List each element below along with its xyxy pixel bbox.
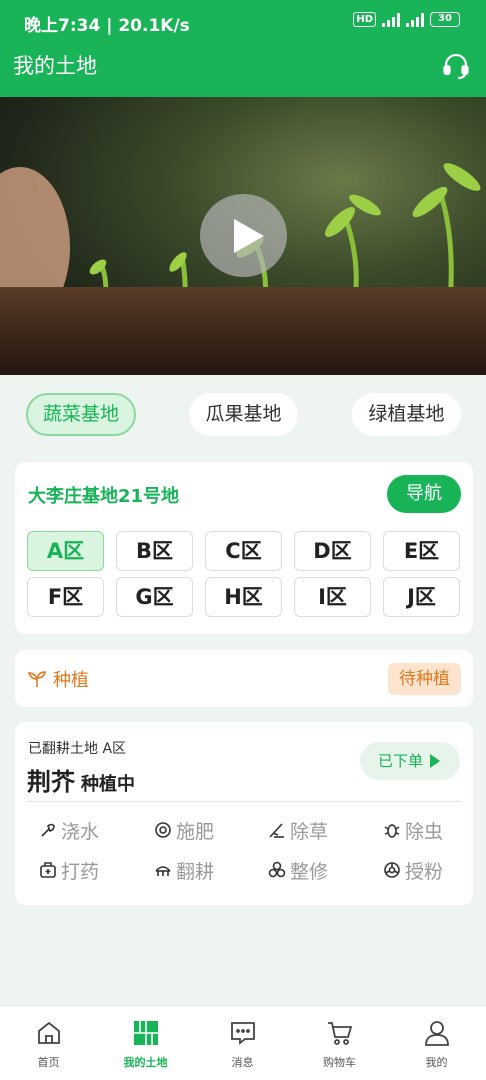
status-icons: HD 30 — [353, 12, 460, 27]
play-icon[interactable] — [200, 194, 287, 277]
zone-d[interactable]: D区 — [294, 531, 371, 571]
hd-icon: HD — [353, 12, 376, 27]
action-label: 授粉 — [405, 860, 444, 883]
medicine-icon — [40, 862, 56, 878]
trim-icon — [268, 861, 286, 878]
weeding-icon — [269, 823, 284, 838]
tab-profile[interactable]: 我的 — [388, 1006, 485, 1080]
category-fruit[interactable]: 瓜果基地 — [189, 393, 298, 436]
crop-state: 种植中 — [81, 774, 135, 795]
ordered-button[interactable]: 已下单 — [360, 742, 460, 780]
plough-icon — [155, 866, 171, 876]
page-title: 我的土地 — [13, 54, 97, 78]
watering-icon — [41, 823, 55, 837]
action-label: 除草 — [290, 820, 329, 843]
action-plough[interactable]: 翻耕 — [154, 855, 254, 885]
zone-h[interactable]: H区 — [205, 577, 282, 617]
fertilizer-icon — [155, 822, 171, 838]
zone-b[interactable]: B区 — [116, 531, 193, 571]
tab-my-land[interactable]: 我的土地 — [97, 1006, 194, 1080]
land-icon — [134, 1021, 158, 1045]
headset-icon[interactable] — [442, 52, 470, 80]
soil — [0, 287, 486, 375]
plot-card: 已翻耕土地 A区 荆芥 种植中 已下单 浇水 施肥 除草 除虫 打药 翻耕 整修 … — [15, 722, 473, 905]
tab-label: 购物车 — [323, 1056, 356, 1069]
action-trim[interactable]: 整修 — [268, 855, 368, 885]
zone-a[interactable]: A区 — [27, 531, 104, 571]
base-card: 大李庄基地21号地 导航 A区 B区 C区 D区 E区 F区 G区 H区 I区 … — [15, 462, 473, 634]
status-badge: 待种植 — [388, 663, 461, 695]
signal-icon — [382, 12, 400, 27]
category-vegetable[interactable]: 蔬菜基地 — [26, 393, 136, 436]
planting-label-group: 种植 — [27, 666, 89, 692]
action-label: 施肥 — [176, 820, 215, 843]
zone-j[interactable]: J区 — [383, 577, 460, 617]
cart-icon — [328, 1022, 353, 1045]
action-label: 打药 — [61, 860, 100, 883]
action-water[interactable]: 浇水 — [39, 815, 139, 845]
tab-label: 首页 — [37, 1056, 60, 1069]
planting-card[interactable]: 种植 待种植 — [15, 650, 473, 707]
action-label: 浇水 — [61, 820, 100, 843]
tab-home[interactable]: 首页 — [0, 1006, 97, 1080]
planting-label: 种植 — [53, 670, 89, 691]
bug-icon — [384, 824, 400, 838]
user-icon — [425, 1021, 449, 1046]
action-weed[interactable]: 除草 — [268, 815, 368, 845]
action-label: 翻耕 — [176, 860, 215, 883]
zone-e[interactable]: E区 — [383, 531, 460, 571]
action-fertilize[interactable]: 施肥 — [154, 815, 254, 845]
navigate-button[interactable]: 导航 — [387, 475, 461, 513]
zone-c[interactable]: C区 — [205, 531, 282, 571]
bottom-tab-bar: 首页 我的土地 消息 购物车 我的 — [0, 1005, 486, 1080]
action-pollinate[interactable]: 授粉 — [383, 855, 483, 885]
crop-title: 荆芥 种植中 — [27, 762, 135, 797]
battery-icon: 30 — [430, 12, 460, 27]
zone-f[interactable]: F区 — [27, 577, 104, 617]
zone-g[interactable]: G区 — [116, 577, 193, 617]
status-bar: 晚上7:34 | 20.1K/s HD 30 — [0, 0, 486, 42]
status-time: 晚上7:34 | 20.1K/s — [24, 16, 190, 36]
tab-label: 消息 — [231, 1056, 254, 1069]
message-icon — [231, 1022, 255, 1045]
app-header: 晚上7:34 | 20.1K/s HD 30 我的土地 — [0, 0, 486, 97]
tab-label: 我的 — [425, 1056, 448, 1069]
zone-i[interactable]: I区 — [294, 577, 371, 617]
base-name: 大李庄基地21号地 — [28, 486, 180, 507]
action-label: 整修 — [290, 860, 329, 883]
home-icon — [38, 1021, 60, 1044]
divider — [27, 801, 461, 802]
crop-name: 荆芥 — [27, 768, 75, 796]
video-banner[interactable] — [0, 97, 486, 375]
pollinate-icon — [384, 862, 400, 878]
action-pest[interactable]: 除虫 — [383, 815, 483, 845]
action-label: 除虫 — [405, 820, 444, 843]
tab-cart[interactable]: 购物车 — [291, 1006, 388, 1080]
signal-icon — [406, 12, 424, 27]
tab-label: 我的土地 — [123, 1056, 168, 1069]
sprout-icon — [27, 671, 46, 687]
tab-messages[interactable]: 消息 — [194, 1006, 291, 1080]
category-greenery[interactable]: 绿植基地 — [352, 393, 461, 436]
action-spray[interactable]: 打药 — [39, 855, 139, 885]
plot-subtitle: 已翻耕土地 A区 — [28, 741, 127, 757]
